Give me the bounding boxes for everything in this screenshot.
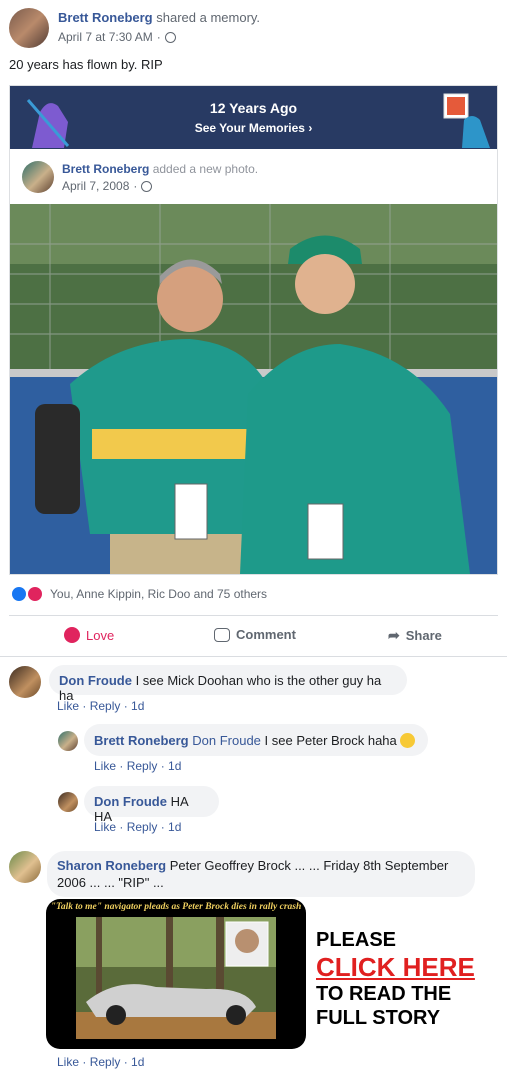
inner-post-author[interactable]: Brett Roneberg bbox=[62, 162, 149, 176]
post-header: Brett Roneberg shared a memory. bbox=[58, 10, 260, 25]
reply-link[interactable]: Reply bbox=[127, 759, 158, 773]
post-text: 20 years has flown by. RIP bbox=[9, 57, 163, 72]
inner-avatar[interactable] bbox=[22, 161, 54, 193]
promo-line: FULL STORY bbox=[316, 1007, 441, 1029]
like-link[interactable]: Like bbox=[57, 699, 79, 713]
reply-avatar[interactable] bbox=[58, 731, 78, 751]
reply-actions: Like · Reply · 1d bbox=[94, 759, 182, 773]
photo-hand-icon bbox=[443, 93, 490, 148]
attachment-headline: "Talk to me" navigator pleads as Peter B… bbox=[50, 902, 302, 912]
reaction-summary[interactable]: You, Anne Kippin, Ric Doo and 75 others bbox=[10, 585, 267, 603]
comment-bubble: Sharon Roneberg Peter Geoffrey Brock ...… bbox=[47, 851, 475, 897]
post-action: shared a memory. bbox=[156, 10, 261, 25]
reply-actions: Like · Reply · 1d bbox=[94, 820, 182, 834]
comment-avatar[interactable] bbox=[9, 666, 41, 698]
globe-icon bbox=[141, 180, 153, 192]
inner-post-header: Brett Roneberg added a new photo. bbox=[62, 162, 258, 176]
divider bbox=[0, 656, 507, 657]
comment-bubble: Don Froude I see Mick Doohan who is the … bbox=[49, 665, 407, 703]
reply-bubble: Don Froude HA HA bbox=[84, 786, 219, 824]
reply-author[interactable]: Don Froude bbox=[94, 794, 167, 809]
inner-post-action: added a new photo. bbox=[152, 162, 259, 176]
heart-icon bbox=[64, 627, 80, 643]
comment-time[interactable]: 1d bbox=[131, 699, 144, 713]
comment-author[interactable]: Don Froude bbox=[59, 673, 132, 688]
inner-post-meta: April 7, 2008 · bbox=[62, 179, 153, 193]
globe-icon bbox=[164, 31, 176, 43]
comment-button[interactable]: Comment bbox=[214, 627, 296, 642]
comment-icon bbox=[214, 627, 230, 642]
click-here-link[interactable]: CLICK HERE bbox=[316, 952, 475, 982]
comment-actions: Like · Reply · 1d bbox=[57, 1055, 145, 1069]
memory-photo[interactable] bbox=[10, 204, 497, 574]
memory-banner[interactable]: 12 Years Ago See Your Memories › bbox=[10, 86, 497, 149]
promo-line: PLEASE bbox=[316, 929, 397, 951]
reply-link[interactable]: Reply bbox=[90, 699, 121, 713]
memory-title: 12 Years Ago bbox=[209, 100, 298, 116]
post-date[interactable]: April 7 at 7:30 AM bbox=[58, 30, 153, 44]
post-meta: April 7 at 7:30 AM · bbox=[58, 30, 176, 44]
love-button[interactable]: Love bbox=[64, 627, 114, 643]
chevron-right-icon: › bbox=[308, 121, 313, 135]
reaction-text: You, Anne Kippin, Ric Doo and 75 others bbox=[50, 587, 268, 601]
crash-photo bbox=[76, 917, 276, 1039]
share-icon: ➦ bbox=[388, 627, 400, 643]
comment-author[interactable]: Sharon Roneberg bbox=[57, 858, 166, 873]
reply-bubble: Brett Roneberg Don Froude I see Peter Br… bbox=[84, 724, 428, 756]
reply-link[interactable]: Reply bbox=[90, 1055, 121, 1069]
comment-attachment[interactable]: "Talk to me" navigator pleads as Peter B… bbox=[46, 899, 306, 1049]
memory-card: 12 Years Ago See Your Memories › Brett R… bbox=[9, 85, 498, 575]
reply-link[interactable]: Reply bbox=[127, 820, 158, 834]
comment-avatar[interactable] bbox=[9, 851, 41, 883]
promo-text: PLEASE CLICK HERE TO READ THE FULL STORY bbox=[316, 928, 475, 1030]
like-link[interactable]: Like bbox=[94, 759, 116, 773]
like-link[interactable]: Like bbox=[94, 820, 116, 834]
reply-author[interactable]: Brett Roneberg bbox=[94, 733, 189, 748]
like-link[interactable]: Like bbox=[57, 1055, 79, 1069]
laughing-emoji-icon bbox=[400, 733, 416, 748]
reply-mention[interactable]: Don Froude bbox=[192, 733, 261, 748]
see-memories-link[interactable]: See Your Memories › bbox=[10, 121, 497, 135]
avatar[interactable] bbox=[9, 8, 49, 48]
inner-post-date[interactable]: April 7, 2008 bbox=[62, 179, 129, 193]
promo-line: TO READ THE bbox=[316, 983, 452, 1005]
share-button[interactable]: ➦ Share bbox=[388, 627, 442, 644]
love-reaction-icon bbox=[26, 585, 44, 603]
comment-time[interactable]: 1d bbox=[131, 1055, 144, 1069]
photo-illustration bbox=[10, 204, 497, 574]
comment-time[interactable]: 1d bbox=[168, 820, 181, 834]
comment-actions: Like · Reply · 1d bbox=[57, 699, 145, 713]
post-author[interactable]: Brett Roneberg bbox=[58, 10, 153, 25]
divider bbox=[9, 615, 498, 616]
comment-time[interactable]: 1d bbox=[168, 759, 181, 773]
reply-text: I see Peter Brock haha bbox=[264, 733, 397, 748]
reply-avatar[interactable] bbox=[58, 792, 78, 812]
